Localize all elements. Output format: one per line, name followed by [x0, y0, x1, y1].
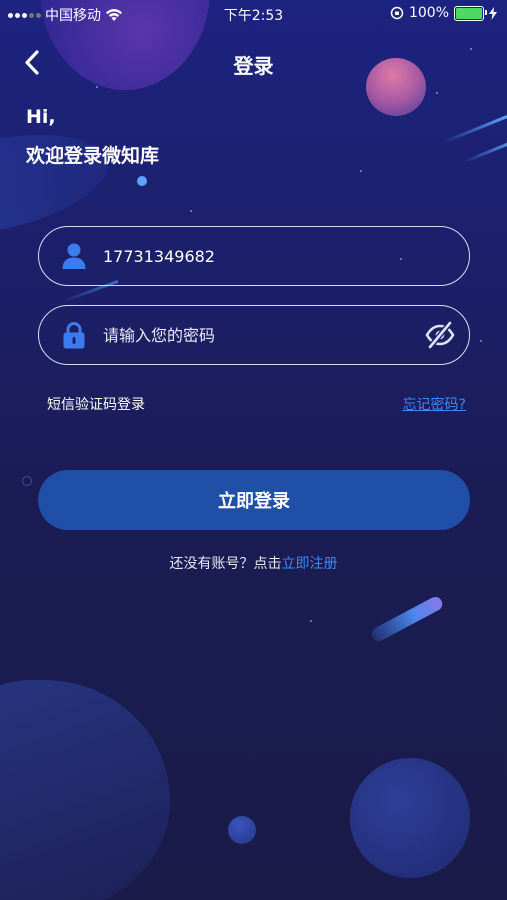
- ring-decoration: [22, 476, 32, 486]
- planet-decoration: [350, 758, 470, 878]
- register-prompt-text: 还没有账号？点击: [169, 556, 282, 572]
- page-title: 登录: [233, 54, 274, 78]
- phone-field[interactable]: [38, 226, 470, 286]
- eye-off-icon[interactable]: [425, 321, 455, 349]
- meteor-decoration: [463, 139, 507, 164]
- orientation-lock-icon: [390, 6, 404, 20]
- welcome-text: 欢迎登录微知库: [26, 145, 160, 167]
- greeting-text: Hi,: [26, 106, 56, 128]
- battery-level: [456, 7, 482, 19]
- charging-icon: [489, 6, 497, 20]
- login-screen: 中国移动 下午2:53 100% 登录 Hi, 欢迎登录微知库 17731349…: [0, 0, 507, 900]
- moon-decoration: [228, 816, 256, 844]
- password-input[interactable]: [101, 324, 425, 346]
- register-prompt: 还没有账号？点击立即注册: [0, 553, 507, 573]
- status-right: 100%: [390, 5, 497, 21]
- star-decoration: [310, 620, 312, 622]
- register-link[interactable]: 立即注册: [282, 556, 338, 572]
- star-decoration: [480, 340, 482, 342]
- star-decoration: [360, 170, 362, 172]
- lock-icon: [63, 322, 85, 349]
- sms-login-link[interactable]: 短信验证码登录: [47, 394, 145, 414]
- phone-input[interactable]: [101, 245, 469, 267]
- battery-percent: 100%: [408, 5, 449, 21]
- battery-icon: [454, 5, 487, 21]
- star-decoration: [436, 92, 438, 94]
- password-field[interactable]: [38, 305, 470, 365]
- nebula-decoration: [0, 680, 170, 900]
- comet-decoration: [369, 594, 445, 644]
- forgot-password-link[interactable]: 忘记密码?: [403, 394, 466, 414]
- status-bar: 中国移动 下午2:53 100%: [0, 0, 507, 28]
- star-decoration: [190, 210, 192, 212]
- login-button[interactable]: 立即登录: [38, 470, 470, 530]
- star-decoration: [96, 86, 98, 88]
- meteor-decoration: [441, 114, 507, 145]
- star-decoration: [137, 176, 147, 186]
- user-icon: [62, 243, 86, 269]
